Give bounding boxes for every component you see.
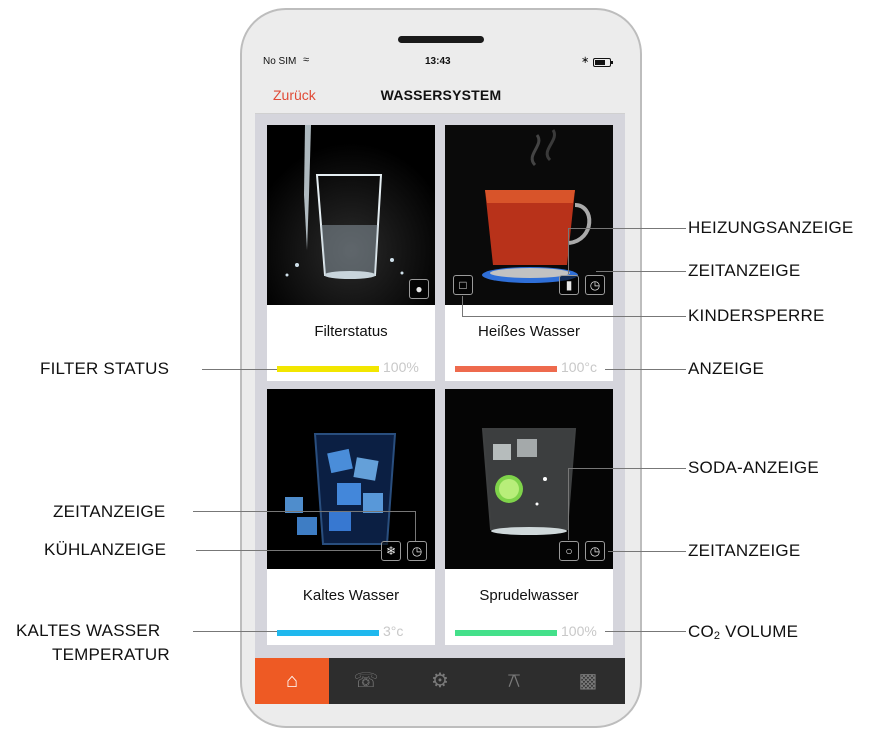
lock-icon: □ [453, 275, 473, 295]
carrier-label: No SIM [263, 56, 297, 67]
card-title: Heißes Wasser [478, 323, 580, 340]
card-filterstatus[interactable]: ● Filterstatus 100% [267, 125, 435, 381]
leader-line [462, 296, 463, 316]
filter-drop-icon: ● [409, 279, 429, 299]
alarm-clock-icon: ◷ [585, 275, 605, 295]
cold-level-bar [277, 630, 379, 636]
callout-kaltes-wasser: KALTES WASSER [16, 621, 161, 640]
alarm-clock-icon: ◷ [585, 541, 605, 561]
callout-soda-anzeige: SODA-ANZEIGE [688, 458, 819, 477]
home-icon[interactable]: ⌂ [255, 658, 329, 704]
card-heisses-wasser[interactable]: □ ▮ ◷ Heißes Wasser 100°c [445, 125, 613, 381]
battery-icon [593, 58, 613, 67]
hot-temp-value: 100°c [561, 359, 597, 375]
callout-zeitanzeige-right-top: ZEITANZEIGE [688, 261, 801, 280]
filter-level-bar [277, 366, 379, 372]
leader-line [462, 316, 686, 317]
clock: 13:43 [425, 56, 451, 67]
soda-glass-photo: ○ ◷ [445, 389, 613, 569]
co2-level-bar [455, 630, 557, 636]
hot-tea-photo: □ ▮ ◷ [445, 125, 613, 305]
card-kaltes-wasser[interactable]: ❄ ◷ Kaltes Wasser 3°c [267, 389, 435, 645]
filter-value: 100% [383, 359, 419, 375]
nav-bar: Zurück WASSERSYSTEM [255, 74, 625, 114]
leader-line [608, 551, 686, 552]
wifi-icon: ≈ [303, 54, 310, 66]
card-title: Kaltes Wasser [302, 587, 400, 604]
ice-water-photo: ❄ ◷ [267, 389, 435, 569]
leader-line [196, 550, 382, 551]
heat-level-bar [455, 366, 557, 372]
co2-suffix: VOLUME [720, 622, 799, 641]
callout-zeitanzeige-right-bottom: ZEITANZEIGE [688, 541, 801, 560]
leader-line [568, 468, 569, 540]
callout-temperatur: TEMPERATUR [52, 645, 170, 664]
bluetooth-icon: ∗ [581, 55, 590, 66]
leader-line [415, 511, 416, 541]
callout-co2-volume: CO2 VOLUME [688, 622, 798, 642]
leader-line [568, 468, 686, 469]
cold-temp-value: 3°c [383, 623, 404, 639]
callout-kuehlanzeige: KÜHLANZEIGE [44, 540, 167, 559]
co2-prefix: CO [688, 622, 714, 641]
leader-line [202, 369, 277, 370]
callout-zeitanzeige-left: ZEITANZEIGE [53, 502, 166, 521]
phone-icon[interactable]: ☏ [329, 658, 403, 704]
callout-filter-status: FILTER STATUS [40, 359, 170, 378]
settings-icon[interactable]: ⚙ [403, 658, 477, 704]
leader-line [605, 369, 686, 370]
status-bar: No SIM ≈ 13:43 ∗ [255, 52, 625, 74]
leader-line [605, 631, 686, 632]
filter-water-photo: ● [267, 125, 435, 305]
callout-kindersperre: KINDERSPERRE [688, 306, 825, 325]
tab-bar: ⌂ ☏ ⚙ ⚻ ▩ [255, 658, 625, 704]
leader-line [193, 511, 415, 512]
card-title: Filterstatus [314, 323, 388, 340]
chart-icon[interactable]: ▩ [551, 658, 625, 704]
phone-speaker [398, 36, 484, 43]
snowflake-icon: ❄ [381, 541, 401, 561]
leader-line [568, 228, 569, 274]
co2-value: 100% [561, 623, 597, 639]
card-title: Sprudelwasser [479, 587, 579, 604]
leader-line [193, 631, 277, 632]
page-title: WASSERSYSTEM [380, 87, 502, 103]
callout-anzeige: ANZEIGE [688, 359, 765, 378]
card-sprudelwasser[interactable]: ○ ◷ Sprudelwasser 100% [445, 389, 613, 645]
alarm-clock-icon: ◷ [407, 541, 427, 561]
leader-line [568, 228, 686, 229]
cart-icon[interactable]: ⚻ [477, 658, 551, 704]
leader-line [596, 271, 686, 272]
bubbles-icon: ○ [559, 541, 579, 561]
app-screen: No SIM ≈ 13:43 ∗ Zurück WASSERSYSTEM ● F… [255, 52, 625, 704]
callout-heizungsanzeige: HEIZUNGSANZEIGE [688, 218, 854, 237]
thermometer-icon: ▮ [559, 275, 579, 295]
